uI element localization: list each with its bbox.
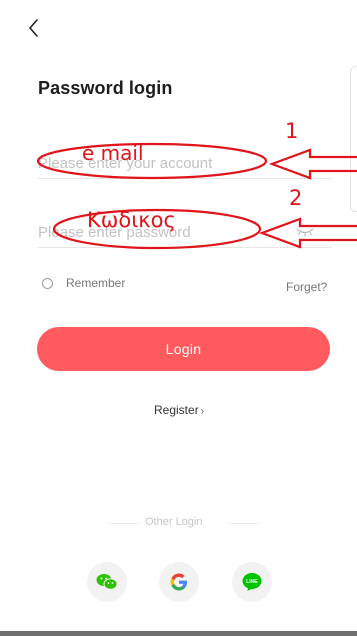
annotation-email-text: e mail (82, 141, 144, 165)
annotation-overlay (36, 142, 357, 250)
annotation-ellipse-account (36, 142, 268, 180)
annotation-number-1: 1 (285, 119, 299, 143)
annotation-arrow-2 (258, 217, 357, 249)
annotation-arrow-1 (268, 148, 357, 180)
annotation-password-text: Κωδικος (87, 208, 176, 232)
annotation-number-2: 2 (289, 186, 303, 210)
